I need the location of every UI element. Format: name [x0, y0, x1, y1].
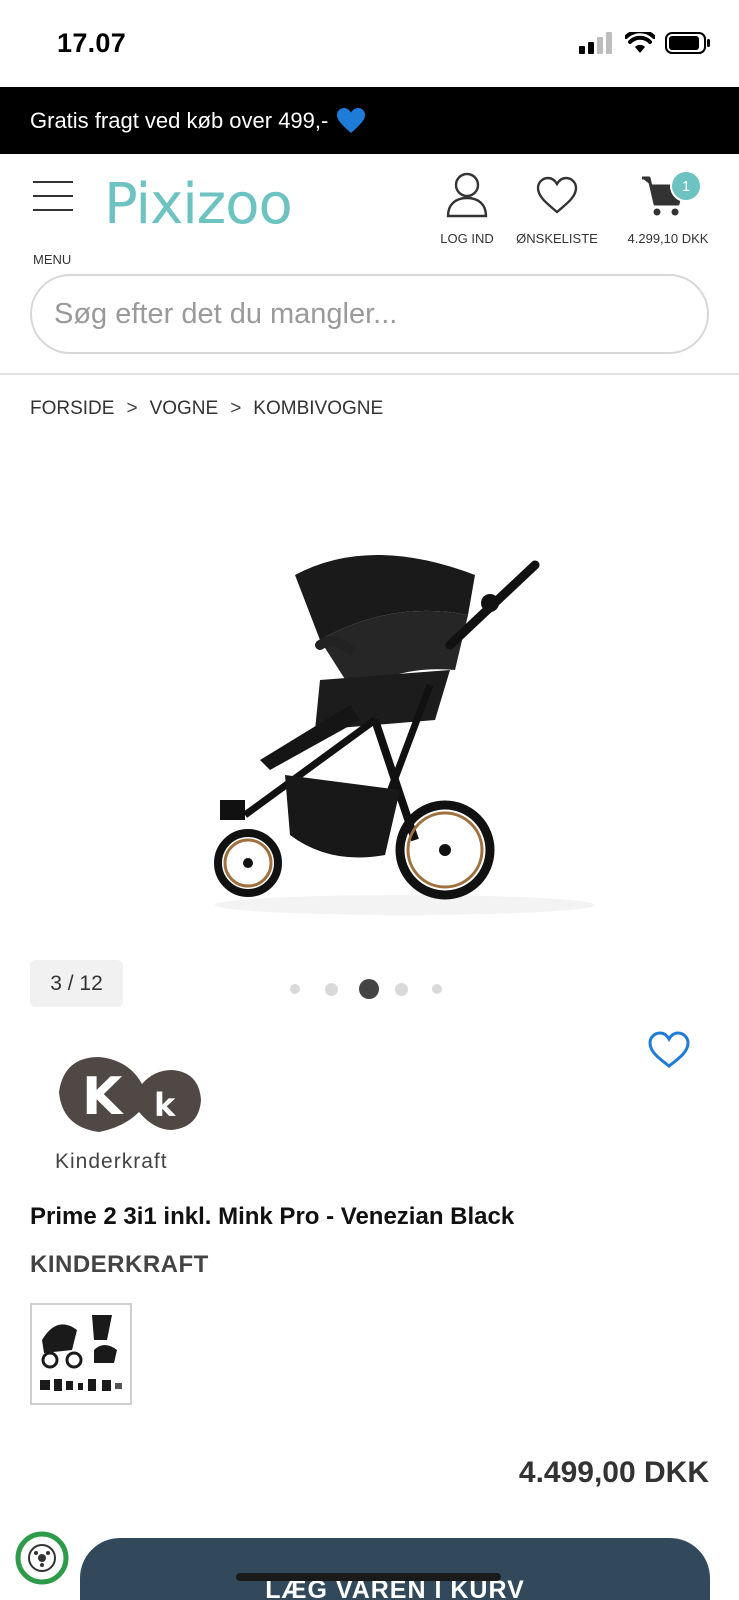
- signal-icon: [579, 32, 612, 54]
- search-box: [30, 274, 709, 354]
- recycle-icon[interactable]: [14, 1530, 70, 1586]
- breadcrumb-item-forside[interactable]: FORSIDE: [30, 398, 114, 420]
- svg-text:K: K: [82, 1067, 124, 1127]
- gallery-dots: [290, 979, 442, 999]
- blue-heart-icon: [336, 107, 366, 134]
- logo-text: Pixizoo: [104, 172, 293, 237]
- status-icons: [579, 32, 711, 54]
- gallery-counter: 3 / 12: [30, 960, 123, 1007]
- product-variant-thumbnail[interactable]: [30, 1303, 132, 1405]
- heart-icon: [536, 176, 578, 214]
- search-input[interactable]: [54, 297, 707, 331]
- site-header: MENU Pixizoo LOG IND ØNSKELISTE 1 4.299,…: [0, 154, 739, 267]
- cart-count-badge: 1: [670, 170, 702, 202]
- wifi-icon: [625, 32, 655, 53]
- gallery-dot-5[interactable]: [432, 984, 442, 994]
- cart-total: 4.299,10 DKK: [627, 231, 709, 246]
- svg-text:k: k: [154, 1086, 176, 1124]
- promo-bar: Gratis fragt ved køb over 499,-: [0, 87, 739, 154]
- gallery-dot-1[interactable]: [290, 984, 300, 994]
- gallery-dot-4[interactable]: [395, 982, 408, 996]
- cart-button[interactable]: 1 4.299,10 DKK: [618, 170, 718, 246]
- gallery-dot-2[interactable]: [325, 982, 338, 996]
- menu-label: MENU: [33, 252, 72, 267]
- product-brand[interactable]: KINDERKRAFT: [30, 1251, 209, 1279]
- breadcrumb-separator: >: [230, 398, 242, 419]
- add-to-cart-button[interactable]: LÆG VAREN I KURV: [80, 1538, 710, 1600]
- breadcrumb: FORSIDE > VOGNE > KOMBIVOGNE: [30, 398, 383, 420]
- login-label: LOG IND: [440, 231, 494, 246]
- wishlist-link[interactable]: ØNSKELISTE: [512, 172, 602, 246]
- gallery-dot-3-active[interactable]: [359, 979, 379, 999]
- header-divider: [0, 373, 739, 375]
- product-title: Prime 2 3i1 inkl. Mink Pro - Venezian Bl…: [30, 1203, 515, 1230]
- product-price: 4.499,00 DKK: [518, 1456, 709, 1489]
- user-icon: [446, 172, 488, 218]
- wishlist-heart-icon[interactable]: [647, 1030, 691, 1070]
- brand-logo-text: Kinderkraft: [55, 1150, 168, 1173]
- site-logo[interactable]: Pixizoo: [104, 172, 293, 237]
- breadcrumb-item-vogne[interactable]: VOGNE: [150, 398, 219, 420]
- promo-text: Gratis fragt ved køb over 499,-: [30, 107, 329, 133]
- battery-icon: [665, 32, 710, 54]
- breadcrumb-item-kombivogne[interactable]: KOMBIVOGNE: [253, 398, 383, 420]
- home-indicator: [236, 1573, 501, 1581]
- menu-icon: [33, 181, 73, 223]
- status-time: 17.07: [57, 28, 127, 58]
- status-bar: 17.07: [0, 0, 739, 87]
- product-image-stroller[interactable]: [200, 545, 610, 940]
- login-button[interactable]: LOG IND: [432, 172, 502, 246]
- menu-button[interactable]: MENU: [30, 176, 76, 267]
- thumbnail-image: [40, 1315, 122, 1391]
- wishlist-label: ØNSKELISTE: [516, 231, 598, 246]
- breadcrumb-separator: >: [126, 398, 138, 419]
